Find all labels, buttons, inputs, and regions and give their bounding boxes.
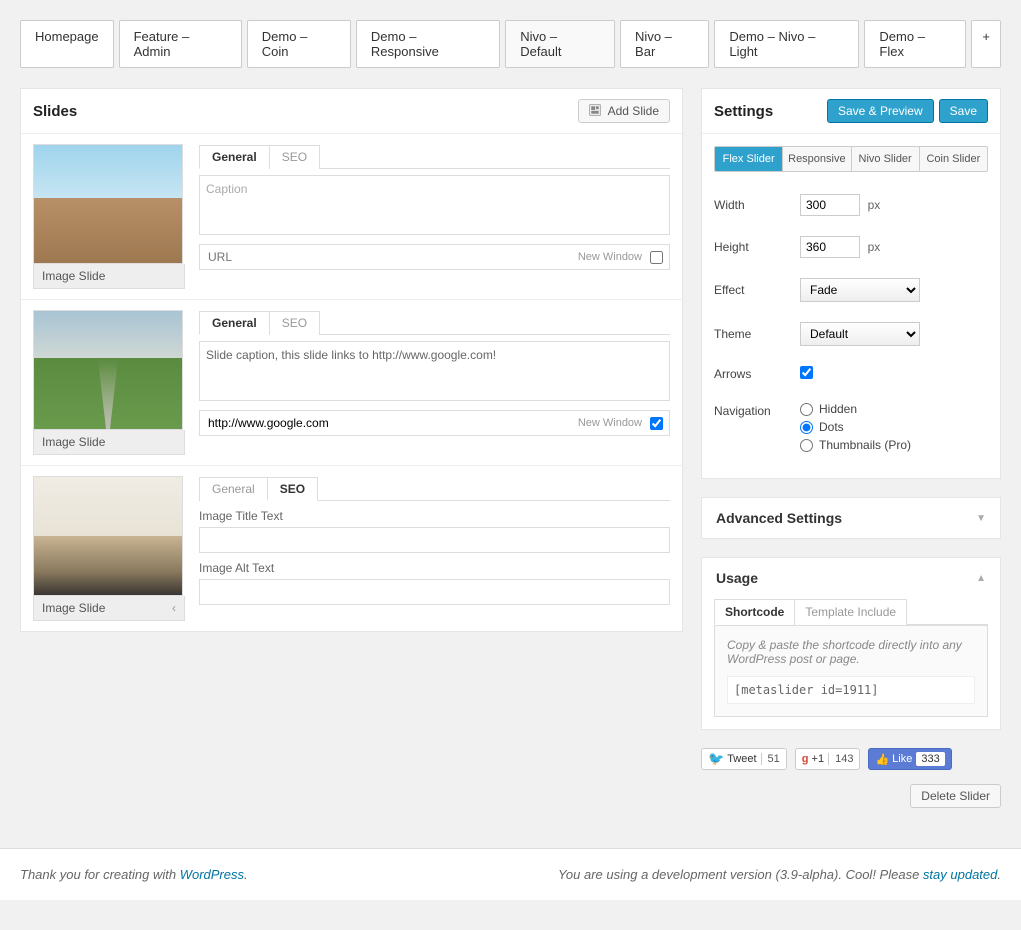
usage-tab[interactable]: Shortcode [714, 599, 795, 625]
usage-toggle[interactable]: Usage ▲ [702, 558, 1000, 598]
url-input[interactable] [200, 411, 572, 435]
add-slide-icon [589, 104, 601, 116]
settings-tab[interactable]: Responsive [783, 147, 851, 171]
new-window-label: New Window [572, 417, 648, 429]
slide-tab-general[interactable]: General [199, 145, 270, 169]
settings-tabs: Flex SliderResponsiveNivo SliderCoin Sli… [714, 146, 988, 172]
slider-tab[interactable]: Nivo – Default [505, 20, 615, 68]
slide-tab-seo[interactable]: SEO [269, 311, 320, 335]
googleplus-icon: g [802, 753, 809, 765]
slider-tab[interactable]: Demo – Nivo – Light [714, 20, 859, 68]
slider-tab[interactable]: Demo – Coin [247, 20, 351, 68]
save-button[interactable]: Save [939, 99, 988, 123]
slide-tab-seo[interactable]: SEO [267, 477, 318, 501]
chevron-down-icon: ▼ [976, 513, 986, 524]
usage-shortcode[interactable]: [metaslider id=1911] [727, 676, 975, 704]
navigation-label: Navigation [714, 402, 800, 418]
slide-reorder-icon[interactable]: ‹ [172, 601, 176, 615]
new-window-checkbox[interactable] [650, 251, 663, 264]
caption-input[interactable] [199, 341, 670, 401]
slide-type-label: Image Slide [42, 269, 105, 283]
width-label: Width [714, 198, 800, 212]
seo-alt-label: Image Alt Text [199, 561, 670, 575]
slide-thumbnail[interactable] [33, 310, 183, 430]
settings-tab[interactable]: Nivo Slider [852, 147, 920, 171]
add-slide-button[interactable]: Add Slide [578, 99, 670, 123]
slider-tab[interactable]: Nivo – Bar [620, 20, 709, 68]
usage-hint: Copy & paste the shortcode directly into… [727, 638, 975, 666]
social-share-row: 🐦 Tweet 51 g +1 143 👍 Like 333 [701, 748, 1001, 770]
usage-panel: Usage ▲ ShortcodeTemplate Include Copy &… [701, 557, 1001, 730]
slider-tab[interactable]: Demo – Responsive [356, 20, 500, 68]
height-label: Height [714, 240, 800, 254]
stay-updated-link[interactable]: stay updated [923, 867, 997, 882]
height-unit: px [868, 240, 881, 254]
new-window-label: New Window [572, 251, 648, 263]
slide-row: Image Slide ‹ GeneralSEO Image Title Text Im… [21, 466, 682, 631]
navigation-radio[interactable] [800, 403, 813, 416]
settings-tab[interactable]: Coin Slider [920, 147, 987, 171]
delete-slider-button[interactable]: Delete Slider [910, 784, 1001, 808]
slide-tab-seo[interactable]: SEO [269, 145, 320, 169]
usage-tabs: ShortcodeTemplate Include [714, 598, 988, 625]
settings-panel: Settings Save & Preview Save Flex Slider… [701, 88, 1001, 479]
slider-tab[interactable]: Feature – Admin [119, 20, 242, 68]
width-unit: px [868, 198, 881, 212]
thumbs-up-icon: 👍 [875, 753, 889, 766]
tweet-button[interactable]: 🐦 Tweet 51 [701, 748, 787, 770]
slide-thumbnail[interactable] [33, 144, 183, 264]
footer: Thank you for creating with WordPress. Y… [0, 848, 1021, 900]
add-tab-button[interactable]: + [971, 20, 1001, 68]
facebook-like-button[interactable]: 👍 Like 333 [868, 748, 951, 770]
url-input[interactable] [200, 245, 572, 269]
wordpress-link[interactable]: WordPress [180, 867, 244, 882]
theme-label: Theme [714, 327, 800, 341]
advanced-settings-panel: Advanced Settings ▼ [701, 497, 1001, 539]
navigation-radio[interactable] [800, 421, 813, 434]
arrows-checkbox[interactable] [800, 366, 813, 379]
caption-input[interactable] [199, 175, 670, 235]
slide-type-label: Image Slide [42, 435, 105, 449]
advanced-settings-toggle[interactable]: Advanced Settings ▼ [702, 498, 1000, 538]
seo-title-input[interactable] [199, 527, 670, 553]
slide-thumbnail[interactable] [33, 476, 183, 596]
theme-select[interactable]: Default [800, 322, 920, 346]
twitter-icon: 🐦 [708, 751, 724, 767]
settings-title: Settings [714, 103, 773, 120]
slide-tab-general[interactable]: General [199, 477, 268, 501]
navigation-radio[interactable] [800, 439, 813, 452]
effect-select[interactable]: Fade [800, 278, 920, 302]
slide-tab-general[interactable]: General [199, 311, 270, 335]
save-preview-button[interactable]: Save & Preview [827, 99, 934, 123]
navigation-option-label: Thumbnails (Pro) [819, 438, 911, 452]
slides-title: Slides [33, 103, 77, 120]
height-input[interactable] [800, 236, 860, 258]
seo-alt-input[interactable] [199, 579, 670, 605]
chevron-up-icon: ▲ [976, 573, 986, 584]
googleplus-button[interactable]: g +1 143 [795, 748, 861, 770]
width-input[interactable] [800, 194, 860, 216]
slide-row: Image Slide GeneralSEO New Window [21, 300, 682, 466]
effect-label: Effect [714, 283, 800, 297]
navigation-option-label: Hidden [819, 402, 857, 416]
slide-row: Image Slide GeneralSEO New Window [21, 134, 682, 300]
slide-type-label: Image Slide [42, 601, 105, 615]
seo-title-label: Image Title Text [199, 509, 670, 523]
slider-tabs: HomepageFeature – AdminDemo – CoinDemo –… [20, 10, 1001, 78]
slider-tab[interactable]: Homepage [20, 20, 114, 68]
new-window-checkbox[interactable] [650, 417, 663, 430]
usage-tab[interactable]: Template Include [794, 599, 907, 625]
arrows-label: Arrows [714, 367, 800, 381]
slides-panel: Slides Add Slide Image SlideGeneralSEONe… [20, 88, 683, 632]
slider-tab[interactable]: Demo – Flex [864, 20, 966, 68]
settings-tab[interactable]: Flex Slider [715, 147, 783, 171]
navigation-option-label: Dots [819, 420, 844, 434]
